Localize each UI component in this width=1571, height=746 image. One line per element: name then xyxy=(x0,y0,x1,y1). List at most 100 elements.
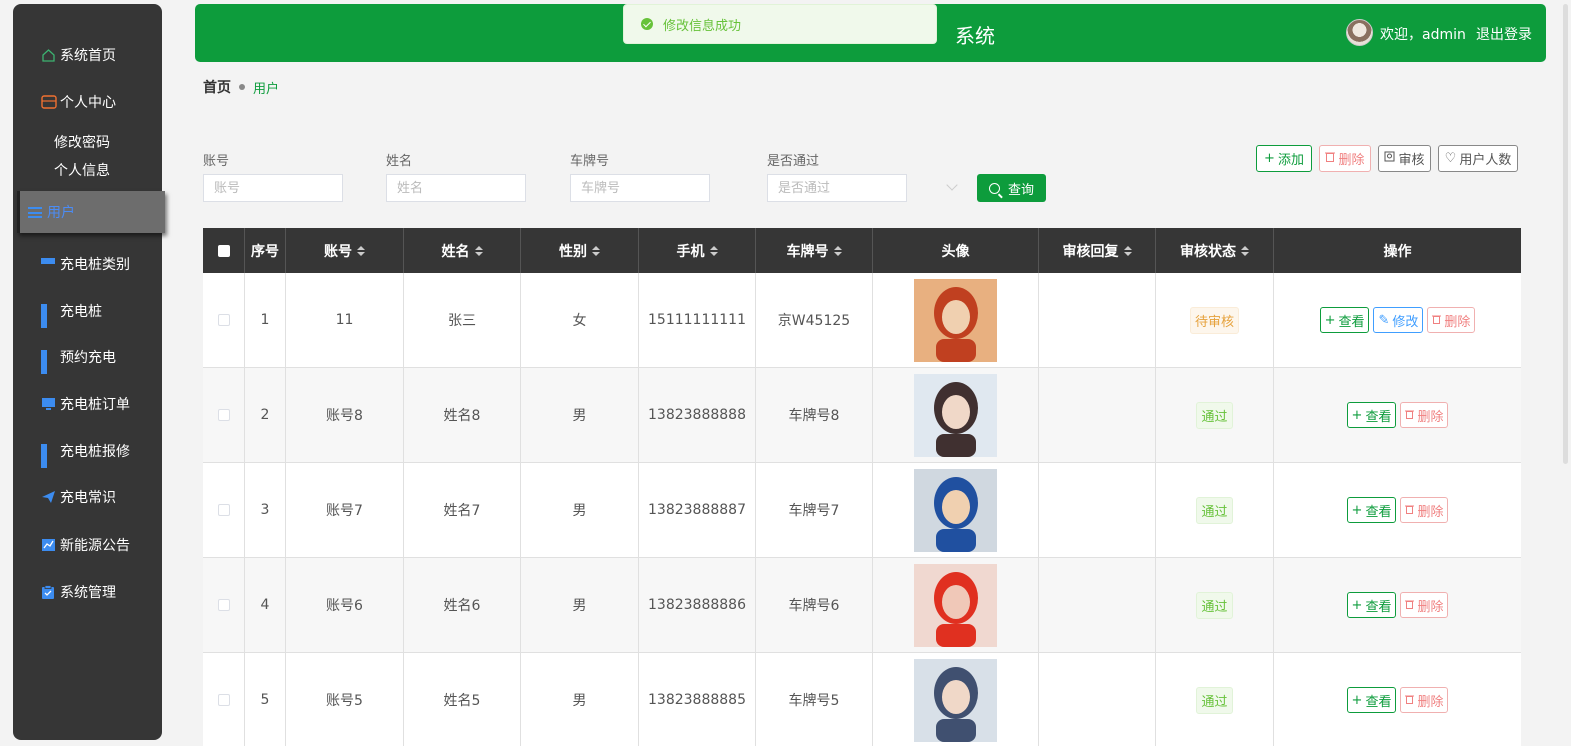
chevron-down-icon[interactable] xyxy=(946,179,958,191)
trash-icon xyxy=(1405,693,1415,708)
delete-button[interactable]: 删除 xyxy=(1400,497,1449,523)
row-select-cell[interactable] xyxy=(203,463,245,557)
delete-button[interactable]: 删除 xyxy=(1400,592,1449,618)
menu-item-personal[interactable]: 个人中心 xyxy=(13,87,162,117)
select-all-cell[interactable] xyxy=(203,228,245,273)
view-button[interactable]: + 查看 xyxy=(1346,402,1397,428)
edit-button[interactable]: ✎ 修改 xyxy=(1373,307,1424,333)
cell-ops: + 查看 ✎ 修改 删除 xyxy=(1274,273,1521,367)
query-button[interactable]: 查询 xyxy=(977,174,1046,202)
approved-select[interactable] xyxy=(767,174,907,202)
col-label: 审核状态 xyxy=(1180,243,1236,260)
row-select-cell[interactable] xyxy=(203,368,245,462)
cell-status: 待审核 xyxy=(1156,273,1274,367)
col-gender[interactable]: 性别 xyxy=(521,228,639,273)
cell-ops: + 查看 删除 xyxy=(1274,653,1521,746)
col-reply[interactable]: 审核回复 xyxy=(1039,228,1156,273)
view-button[interactable]: + 查看 xyxy=(1319,307,1370,333)
cell-avatar xyxy=(873,463,1039,557)
clipboard-icon xyxy=(41,585,55,599)
trash-icon xyxy=(1325,151,1336,166)
trash-icon xyxy=(1405,598,1415,613)
sort-icon[interactable] xyxy=(592,245,600,256)
table-row[interactable]: 2 账号8 姓名8 男 13823888888 车牌号8 通过 + 查看 删除 xyxy=(203,368,1521,463)
success-toast: 修改信息成功 xyxy=(623,4,937,44)
plus-icon: + xyxy=(1264,151,1275,166)
col-name[interactable]: 姓名 xyxy=(404,228,521,273)
select-all-checkbox[interactable] xyxy=(217,244,230,257)
row-select-cell[interactable] xyxy=(203,653,245,746)
delete-button[interactable]: 删除 xyxy=(1427,307,1476,333)
menu-label: 充电桩 xyxy=(60,304,102,320)
row-checkbox[interactable] xyxy=(217,694,230,706)
menu-label: 系统首页 xyxy=(60,48,116,64)
cell-plate: 车牌号8 xyxy=(756,368,873,462)
view-button[interactable]: + 查看 xyxy=(1346,497,1397,523)
menu-item-announcement[interactable]: 新能源公告 xyxy=(13,530,162,560)
sort-icon[interactable] xyxy=(709,245,718,256)
row-checkbox[interactable] xyxy=(217,504,230,516)
cell-reply xyxy=(1039,558,1156,652)
plate-input[interactable] xyxy=(570,174,710,202)
menu-item-orders[interactable]: 充电桩订单 xyxy=(13,389,162,419)
home-icon xyxy=(41,48,55,62)
col-account[interactable]: 账号 xyxy=(286,228,404,273)
delete-button[interactable]: 删除 xyxy=(1400,687,1449,713)
scrollbar[interactable] xyxy=(1563,4,1568,464)
col-status[interactable]: 审核状态 xyxy=(1156,228,1274,273)
logout-link[interactable]: 退出登录 xyxy=(1476,24,1532,44)
audit-button[interactable]: 审核 xyxy=(1378,145,1431,172)
sort-icon[interactable] xyxy=(1123,245,1132,256)
heart-icon: ♡ xyxy=(1444,151,1457,166)
row-select-cell[interactable] xyxy=(203,273,245,367)
name-input[interactable] xyxy=(386,174,526,202)
menu-item-knowledge[interactable]: 充电常识 xyxy=(13,482,162,512)
cell-account: 11 xyxy=(286,273,404,367)
cell-avatar xyxy=(873,368,1039,462)
menu-item-charger[interactable]: 充电桩 xyxy=(13,296,162,328)
menu-item-system[interactable]: 系统管理 xyxy=(13,577,162,607)
breadcrumb-home[interactable]: 首页 xyxy=(203,77,231,97)
menu-item-repair[interactable]: 充电桩报修 xyxy=(13,436,162,468)
row-select-cell[interactable] xyxy=(203,558,245,652)
button-label: 查看 xyxy=(1365,409,1392,425)
table-row[interactable]: 5 账号5 姓名5 男 13823888885 车牌号5 通过 + 查看 删除 xyxy=(203,653,1521,746)
user-count-button[interactable]: ♡ 用户人数 xyxy=(1438,145,1518,172)
row-checkbox[interactable] xyxy=(217,409,230,421)
user-avatar-image xyxy=(914,373,997,457)
col-phone[interactable]: 手机 xyxy=(639,228,756,273)
menu-item-home[interactable]: 系统首页 xyxy=(13,40,162,70)
col-plate[interactable]: 车牌号 xyxy=(756,228,873,273)
table-row[interactable]: 1 11 张三女 15111111111 京W45125 待审核 + 查看 ✎ 修改 删除 xyxy=(203,273,1521,368)
menu-item-charger-category[interactable]: 充电桩类别 xyxy=(13,249,162,279)
sort-icon[interactable] xyxy=(833,245,842,256)
grid-icon xyxy=(41,350,55,374)
delete-button[interactable]: 删除 xyxy=(1400,402,1449,428)
view-button[interactable]: + 查看 xyxy=(1346,592,1397,618)
menu-label: 充电桩订单 xyxy=(60,397,130,413)
submenu-change-password[interactable]: 修改密码 xyxy=(54,132,110,152)
row-checkbox[interactable] xyxy=(217,314,230,326)
add-button[interactable]: + 添加 xyxy=(1256,145,1312,172)
menu-label: 新能源公告 xyxy=(60,538,130,554)
table-row[interactable]: 3 账号7 姓名7 男 13823888887 车牌号7 通过 + 查看 删除 xyxy=(203,463,1521,558)
sort-icon[interactable] xyxy=(357,245,365,256)
menu-label: 个人中心 xyxy=(60,95,116,111)
cell-phone: 13823888886 xyxy=(639,558,756,652)
sort-icon[interactable] xyxy=(1241,245,1249,256)
menu-item-reservation[interactable]: 预约充电 xyxy=(13,342,162,374)
cell-account: 账号8 xyxy=(286,368,404,462)
view-button[interactable]: + 查看 xyxy=(1346,687,1397,713)
batch-delete-button[interactable]: 删除 xyxy=(1319,145,1371,172)
name-label: 姓名 xyxy=(386,154,413,169)
menu-item-users-active[interactable]: 用户 xyxy=(17,191,165,233)
sort-icon[interactable] xyxy=(474,245,483,256)
user-avatar-image xyxy=(914,563,997,647)
row-checkbox[interactable] xyxy=(217,599,230,611)
cell-name: 姓名5 xyxy=(404,653,521,746)
button-label: 查看 xyxy=(1365,504,1392,520)
avatar[interactable] xyxy=(1346,19,1373,46)
submenu-personal-info[interactable]: 个人信息 xyxy=(54,160,110,180)
account-input[interactable] xyxy=(203,174,343,202)
table-row[interactable]: 4 账号6 姓名6 男 13823888886 车牌号6 通过 + 查看 删除 xyxy=(203,558,1521,653)
